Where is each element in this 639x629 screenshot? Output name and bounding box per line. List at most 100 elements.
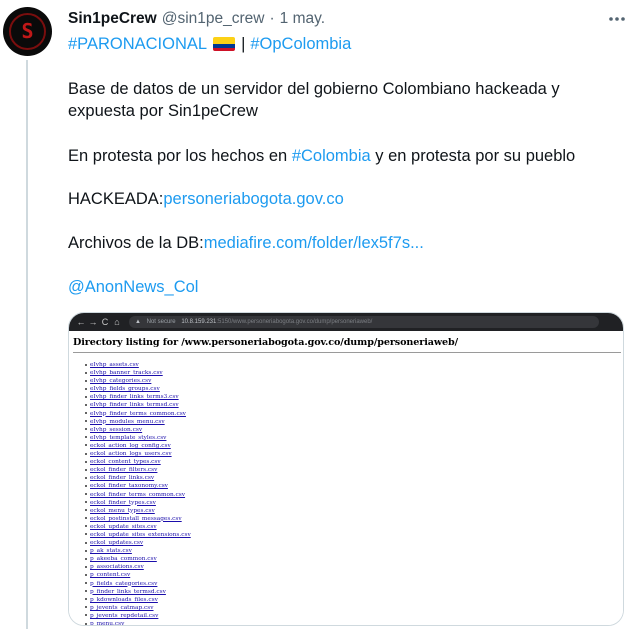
list-item: eckol_finder_links.csv <box>85 474 621 482</box>
bullet-icon <box>85 622 87 625</box>
reload-icon: C <box>101 317 109 327</box>
list-item: p_jevents_repdetail.csv <box>85 612 621 620</box>
bullet-icon <box>85 533 87 536</box>
list-item: p_jevents_catmap.csv <box>85 604 621 612</box>
list-item: eckol_updates.csv <box>85 539 621 547</box>
bullet-icon <box>85 460 87 463</box>
hacked-label: HACKEADA: <box>68 190 164 208</box>
bullet-icon <box>85 484 87 487</box>
file-link[interactable]: eIvhp_banner_tracks.csv <box>90 370 163 376</box>
file-link[interactable]: eIvhp_template_styles.csv <box>90 435 166 441</box>
bullet-icon <box>85 565 87 568</box>
hashtag-opcolombia[interactable]: #OpColombia <box>250 33 351 55</box>
list-item: eIvhp_finder_terms_common.csv <box>85 410 621 418</box>
avatar[interactable]: S <box>3 7 52 56</box>
author-name[interactable]: Sin1peCrew <box>68 10 157 28</box>
file-link[interactable]: eIvhp_assets.csv <box>90 362 139 368</box>
list-item: p_fields_categories.csv <box>85 580 621 588</box>
list-item: eIvhp_assets.csv <box>85 361 621 369</box>
tweet-text-paragraph-2: En protesta por los hechos en #Colombia … <box>68 145 575 167</box>
file-link[interactable]: eckol_menu_types.csv <box>90 508 155 514</box>
bullet-icon <box>85 468 87 471</box>
list-item: p_kdownloads_files.csv <box>85 596 621 604</box>
bullet-icon <box>85 509 87 512</box>
db-files-link[interactable]: mediafire.com/folder/lex5f7s... <box>204 234 424 252</box>
file-link[interactable]: eckol_finder_terms_common.csv <box>90 492 185 498</box>
bullet-icon <box>85 582 87 585</box>
bullet-icon <box>85 501 87 504</box>
file-link[interactable]: p_kdownloads_files.csv <box>90 597 158 603</box>
file-link[interactable]: eIvhp_finder_terms_common.csv <box>90 411 186 417</box>
bullet-icon <box>85 371 87 374</box>
bullet-icon <box>85 549 87 552</box>
file-link[interactable]: eIvhp_modules_menu.csv <box>90 419 165 425</box>
list-item: p_content.csv <box>85 571 621 579</box>
file-link[interactable]: eckol_finder_types.csv <box>90 500 156 506</box>
file-link[interactable]: p_associations.csv <box>90 564 144 570</box>
header-separator: · <box>269 10 275 27</box>
tweet-content: Sin1peCrew @sin1pe_crew · 1 may. #PARONA… <box>68 8 625 626</box>
hashtag-separator: | <box>241 35 246 53</box>
list-item: eIvhp_template_styles.csv <box>85 434 621 442</box>
more-options-button[interactable] <box>606 8 628 30</box>
file-link[interactable]: p_finder_links_termsd.csv <box>90 589 166 595</box>
flag-yellow-stripe <box>213 37 236 44</box>
file-link[interactable]: eckol_finder_filters.csv <box>90 467 157 473</box>
bullet-icon <box>85 428 87 431</box>
list-item: eckol_finder_taxonomy.csv <box>85 482 621 490</box>
file-link[interactable]: eckol_content_types.csv <box>90 459 161 465</box>
file-link[interactable]: eIvhp_finder_links_termsd.csv <box>90 402 179 408</box>
bullet-icon <box>85 444 87 447</box>
file-link[interactable]: eckol_update_sites_extensions.csv <box>90 532 191 538</box>
file-link[interactable]: eckol_postinstall_messages.csv <box>90 516 182 522</box>
attached-screenshot[interactable]: ← → C ⌂ ▲ Not secure 10.8.159.231:5150/w… <box>68 312 624 626</box>
bullet-icon <box>85 606 87 609</box>
bullet-icon <box>85 541 87 544</box>
file-link[interactable]: p_akeeba_common.csv <box>90 556 157 562</box>
list-item: p_ak_stats.csv <box>85 547 621 555</box>
file-link[interactable]: p_jevents_repdetail.csv <box>90 613 158 619</box>
file-link[interactable]: p_content.csv <box>90 572 130 578</box>
tweet-text-db-line: Archivos de la DB:mediafire.com/folder/l… <box>68 232 424 254</box>
mention-anonnews[interactable]: @AnonNews_Col <box>68 278 198 296</box>
list-item: eIvhp_finder_links_termsd.csv <box>85 401 621 409</box>
file-link[interactable]: eckol_updates.csv <box>90 540 143 546</box>
file-link[interactable]: eIvhp_fields_groups.csv <box>90 386 160 392</box>
bullet-icon <box>85 387 87 390</box>
directory-listing-page: Directory listing for /www.personeriabog… <box>69 331 623 625</box>
bullet-icon <box>85 395 87 398</box>
file-link[interactable]: eckol_update_sites.csv <box>90 524 157 530</box>
tweet-header: Sin1peCrew @sin1pe_crew · 1 may. <box>68 8 624 30</box>
hashtag-line: #PARONACIONAL | #OpColombia <box>68 33 624 55</box>
file-link[interactable]: eckol_action_log_config.csv <box>90 443 171 449</box>
bullet-icon <box>85 379 87 382</box>
list-item: eIvhp_finder_links_terms3.csv <box>85 393 621 401</box>
tweet-date[interactable]: 1 may. <box>280 10 325 28</box>
file-link[interactable]: p_fields_categories.csv <box>90 581 157 587</box>
more-horizontal-icon <box>609 17 625 21</box>
list-item: eIvhp_fields_groups.csv <box>85 385 621 393</box>
list-item: eIvhp_modules_menu.csv <box>85 418 621 426</box>
hashtag-paronacional[interactable]: #PARONACIONAL <box>68 33 207 55</box>
list-item: eIvhp_session.csv <box>85 426 621 434</box>
file-link[interactable]: p_ak_stats.csv <box>90 548 132 554</box>
file-link[interactable]: eckol_finder_taxonomy.csv <box>90 483 168 489</box>
author-handle[interactable]: @sin1pe_crew <box>162 10 265 28</box>
file-link[interactable]: eckol_action_logs_users.csv <box>90 451 172 457</box>
file-link[interactable]: eIvhp_categories.csv <box>90 378 151 384</box>
bullet-icon <box>85 412 87 415</box>
directory-title: Directory listing for /www.personeriabog… <box>73 337 459 348</box>
file-link[interactable]: eIvhp_session.csv <box>90 427 142 433</box>
hacked-site-link[interactable]: personeriabogota.gov.co <box>163 190 343 208</box>
file-link[interactable]: eckol_finder_links.csv <box>90 475 154 481</box>
hashtag-colombia[interactable]: #Colombia <box>292 147 371 165</box>
file-link[interactable]: p_jevents_catmap.csv <box>90 605 154 611</box>
address-path: :5150/www.personeriabogota.gov.co/dump/p… <box>216 319 373 325</box>
address-ip: 10.8.159.231 <box>181 319 217 325</box>
tweet-text-hacked-line: HACKEADA:personeriabogota.gov.co <box>68 188 344 210</box>
file-link[interactable]: eIvhp_finder_links_terms3.csv <box>90 394 179 400</box>
forward-arrow-icon: → <box>88 317 98 327</box>
p2-before: En protesta por los hechos en <box>68 147 292 165</box>
file-link[interactable]: p_menu.csv <box>90 621 124 625</box>
tweet[interactable]: S Sin1peCrew @sin1pe_crew · 1 may. #PARO… <box>0 0 639 629</box>
